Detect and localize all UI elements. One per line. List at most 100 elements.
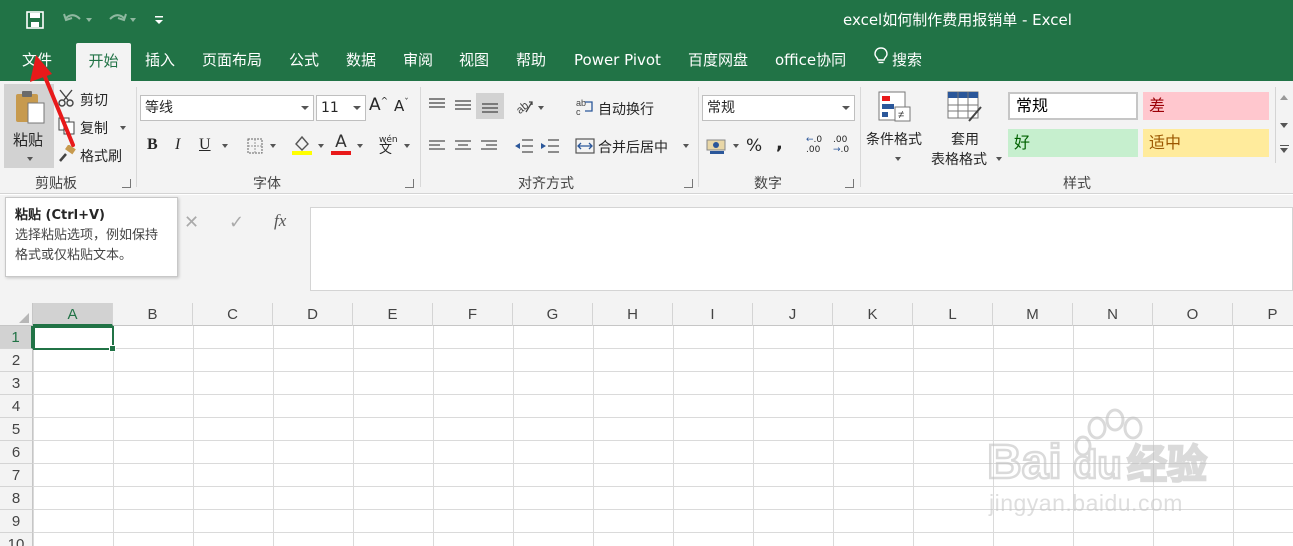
decrease-decimal-button[interactable]: .00 →.0 [833,135,849,155]
column-header-G[interactable]: G [513,303,593,326]
align-left-icon[interactable] [426,136,448,156]
italic-button[interactable]: I [175,136,180,154]
decrease-indent-icon[interactable] [513,136,535,156]
tab-office-collab[interactable]: office协同 [773,40,848,81]
row-header-6[interactable]: 6 [0,441,33,464]
merge-dropdown-icon[interactable] [683,144,689,148]
row-header-9[interactable]: 9 [0,510,33,533]
tab-view[interactable]: 视图 [457,40,491,81]
select-all-button[interactable] [0,303,33,326]
column-header-I[interactable]: I [673,303,753,326]
font-color-icon[interactable]: A [330,132,352,156]
tab-baidu-netdisk[interactable]: 百度网盘 [686,40,750,81]
save-icon[interactable] [26,8,44,32]
tab-home[interactable]: 开始 [76,43,131,81]
border-dropdown-icon[interactable] [270,144,276,148]
conditional-format-button[interactable]: ≠ 条件格式 [864,89,928,169]
tab-formulas[interactable]: 公式 [287,40,321,81]
column-header-H[interactable]: H [593,303,673,326]
align-middle-icon[interactable] [452,95,474,115]
style-neutral[interactable]: 适中 [1143,129,1269,157]
phonetic-guide-icon[interactable]: wén 文 [379,135,398,156]
grow-font-icon[interactable]: A^ [369,95,388,115]
shrink-font-icon[interactable]: Aˇ [394,97,409,115]
orientation-icon[interactable]: ab [513,95,535,117]
column-header-M[interactable]: M [993,303,1073,326]
column-header-L[interactable]: L [913,303,993,326]
cut-button[interactable]: 剪切 [80,90,108,110]
font-size-select[interactable]: 11 [316,95,366,121]
tab-insert[interactable]: 插入 [143,40,177,81]
active-cell-A1[interactable] [33,326,116,352]
paste-dropdown-icon[interactable] [27,157,33,161]
gallery-more-icon[interactable] [1280,145,1289,153]
customize-qat-icon[interactable] [154,8,164,32]
style-bad[interactable]: 差 [1143,92,1269,120]
clipboard-launcher-icon[interactable] [122,179,131,188]
row-header-7[interactable]: 7 [0,464,33,487]
row-header-3[interactable]: 3 [0,372,33,395]
font-launcher-icon[interactable] [405,179,414,188]
column-header-F[interactable]: F [433,303,513,326]
accounting-format-icon[interactable] [705,136,729,156]
font-color-dropdown-icon[interactable] [357,144,363,148]
comma-style-button[interactable]: , [776,133,783,154]
fill-color-dropdown-icon[interactable] [318,144,324,148]
column-header-B[interactable]: B [113,303,193,326]
copy-button[interactable]: 复制 [80,118,108,138]
align-top-icon[interactable] [426,95,448,115]
column-header-E[interactable]: E [353,303,433,326]
tab-data[interactable]: 数据 [344,40,378,81]
tab-power-pivot[interactable]: Power Pivot [572,40,663,81]
alignment-launcher-icon[interactable] [684,179,693,188]
column-header-C[interactable]: C [193,303,273,326]
number-format-select[interactable]: 常规 [702,95,855,121]
tab-file[interactable]: 文件 [20,40,54,81]
undo-icon[interactable] [62,8,92,32]
format-as-table-button[interactable]: 套用 表格格式 [929,89,1003,169]
column-header-N[interactable]: N [1073,303,1153,326]
gallery-down-icon[interactable] [1280,123,1288,128]
gallery-up-icon[interactable] [1280,95,1288,100]
column-header-K[interactable]: K [833,303,913,326]
row-header-5[interactable]: 5 [0,418,33,441]
increase-decimal-button[interactable]: ←.0.00 [806,135,822,155]
tab-help[interactable]: 帮助 [514,40,548,81]
bold-button[interactable]: B [147,136,158,154]
tab-review[interactable]: 审阅 [401,40,435,81]
paste-button[interactable]: 粘贴 [4,84,54,168]
format-painter-button[interactable]: 格式刷 [80,146,122,166]
orientation-dropdown-icon[interactable] [538,106,544,110]
phonetic-dropdown-icon[interactable] [404,144,410,148]
accounting-dropdown-icon[interactable] [733,144,739,148]
tab-page-layout[interactable]: 页面布局 [200,40,264,81]
percent-button[interactable]: % [746,136,762,156]
wrap-text-button[interactable]: 自动换行 [598,99,654,119]
align-right-icon[interactable] [478,136,500,156]
cancel-icon[interactable]: ✕ [184,212,199,233]
style-good[interactable]: 好 [1008,129,1138,157]
increase-indent-icon[interactable] [539,136,561,156]
copy-dropdown-icon[interactable] [120,126,126,130]
column-header-J[interactable]: J [753,303,833,326]
row-header-4[interactable]: 4 [0,395,33,418]
column-header-D[interactable]: D [273,303,353,326]
style-normal[interactable]: 常规 [1008,92,1138,120]
row-header-1[interactable]: 1 [0,326,33,349]
tab-search[interactable]: 搜索 [872,40,924,81]
align-center-icon[interactable] [452,136,474,156]
enter-icon[interactable]: ✓ [229,212,244,233]
redo-icon[interactable] [106,8,136,32]
column-header-A[interactable]: A [33,303,113,326]
underline-dropdown-icon[interactable] [222,144,228,148]
column-header-O[interactable]: O [1153,303,1233,326]
fill-color-icon[interactable] [291,134,313,156]
row-header-10[interactable]: 10 [0,533,33,546]
underline-button[interactable]: U [199,136,211,154]
insert-function-icon[interactable]: fx [274,211,286,231]
row-header-2[interactable]: 2 [0,349,33,372]
align-bottom-icon[interactable] [476,93,504,119]
border-icon[interactable] [245,136,265,156]
row-header-8[interactable]: 8 [0,487,33,510]
font-name-select[interactable]: 等线 [140,95,314,121]
